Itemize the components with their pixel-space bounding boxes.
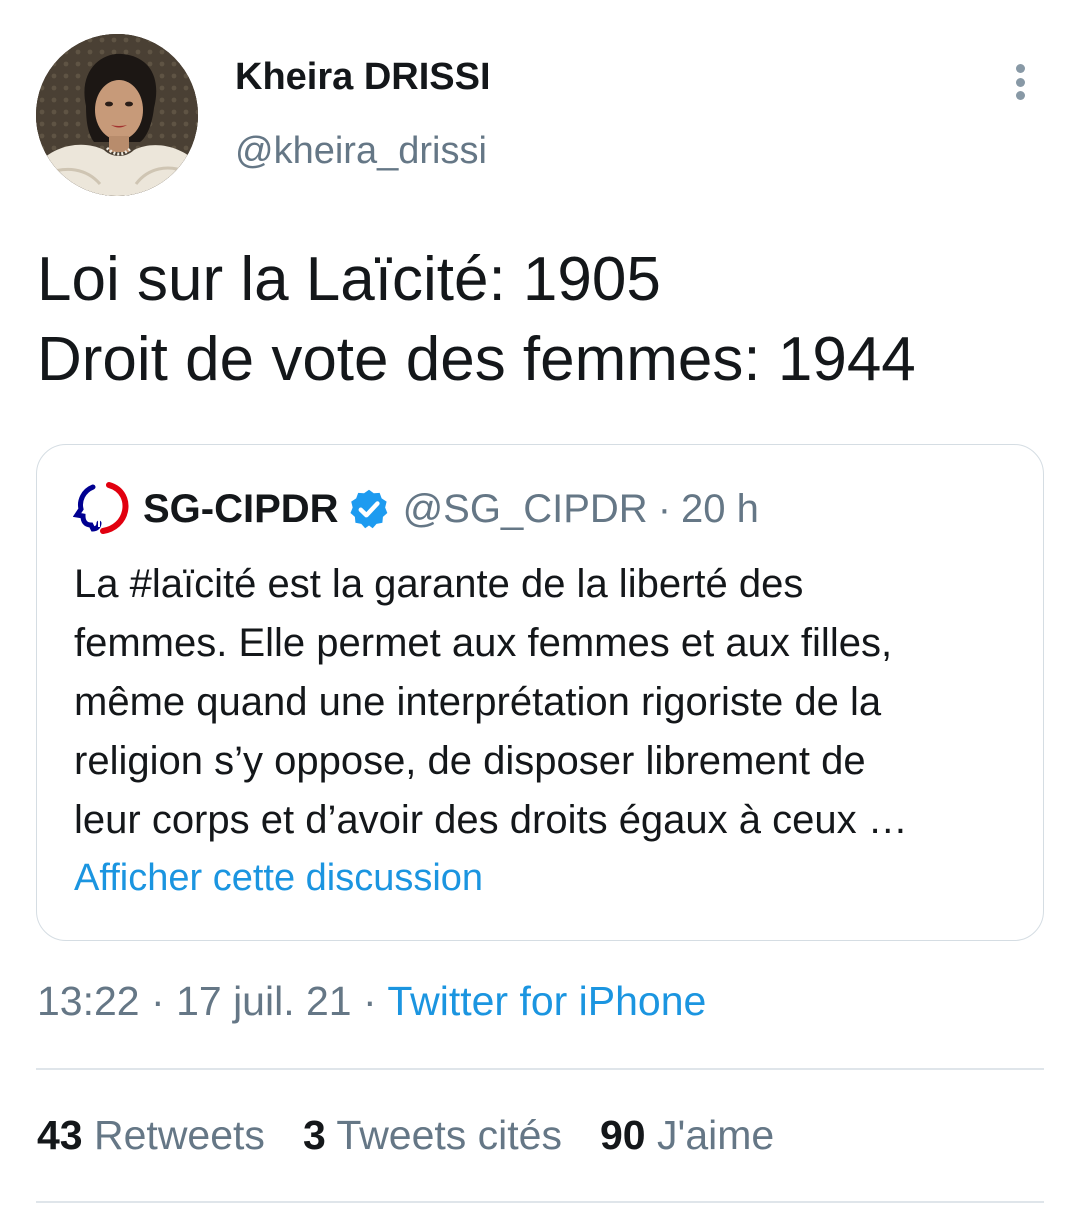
vertical-ellipsis-dot — [1015, 91, 1025, 100]
likes-label: J'aime — [657, 1112, 775, 1158]
divider — [36, 1068, 1044, 1070]
likes-stat[interactable]: 90 J'aime — [600, 1112, 774, 1159]
author-avatar[interactable] — [36, 34, 198, 196]
divider — [36, 1201, 1044, 1203]
quoted-tweet-text: La #laïcité est la garante de la liberté… — [74, 555, 908, 850]
tweet-time[interactable]: 13:22 — [37, 978, 140, 1024]
tweet-text: Loi sur la Laïcité: 1905 Droit de vote d… — [37, 240, 916, 400]
quoted-tweet-card[interactable]: SG-CIPDR @SG_CIPDR · 20 h La #laïcité es… — [36, 444, 1044, 941]
more-options-button[interactable] — [1000, 58, 1040, 106]
quotes-label: Tweets cités — [336, 1112, 562, 1158]
tweet-text-line: Loi sur la Laïcité: 1905 — [37, 245, 661, 314]
quoted-tweet-header: SG-CIPDR @SG_CIPDR · 20 h — [73, 481, 759, 537]
meta-separator: · — [151, 978, 165, 1024]
tweet-source-link[interactable]: Twitter for iPhone — [387, 978, 706, 1024]
quoted-display-name[interactable]: SG-CIPDR — [143, 487, 339, 532]
quoted-text-line: même quand une interprétation rigoriste … — [74, 680, 882, 724]
quotes-stat[interactable]: 3 Tweets cités — [303, 1112, 562, 1159]
vertical-ellipsis-dot — [1015, 77, 1025, 87]
tweet-stats: 43 Retweets 3 Tweets cités 90 J'aime — [37, 1112, 812, 1159]
quoted-separator: · — [657, 486, 672, 531]
author-handle[interactable]: @kheira_drissi — [235, 130, 487, 173]
retweets-label: Retweets — [94, 1112, 265, 1158]
quotes-count: 3 — [302, 1112, 326, 1158]
meta-separator: · — [363, 978, 377, 1024]
quoted-text-line: La #laïcité est la garante de la liberté… — [74, 562, 804, 606]
quoted-timestamp[interactable]: 20 h — [681, 487, 759, 532]
tweet-detail: Kheira DRISSI @kheira_drissi Loi sur la … — [0, 0, 1080, 1205]
retweets-count: 43 — [37, 1112, 83, 1158]
tweet-text-line: Droit de vote des femmes: 1944 — [37, 325, 916, 394]
tweet-date[interactable]: 17 juil. 21 — [176, 978, 352, 1024]
verified-badge-icon — [350, 489, 387, 529]
marianne-logo-icon — [73, 482, 129, 534]
vertical-ellipsis-icon — [1015, 64, 1025, 73]
tweet-meta: 13:22 · 17 juil. 21 · Twitter for iPhone — [37, 978, 706, 1025]
quoted-text-line: leur corps et d’avoir des droits égaux à… — [74, 798, 908, 842]
author-display-name[interactable]: Kheira DRISSI — [235, 56, 491, 99]
quoted-text-line: femmes. Elle permet aux femmes et aux fi… — [74, 621, 893, 665]
quoted-text-line: religion s’y oppose, de disposer libreme… — [74, 739, 866, 783]
likes-count: 90 — [600, 1112, 646, 1158]
retweets-stat[interactable]: 43 Retweets — [37, 1112, 265, 1159]
show-thread-link[interactable]: Afficher cette discussion — [74, 857, 483, 900]
avatar-portrait-image — [36, 34, 198, 196]
quoted-handle[interactable]: @SG_CIPDR — [403, 487, 648, 532]
